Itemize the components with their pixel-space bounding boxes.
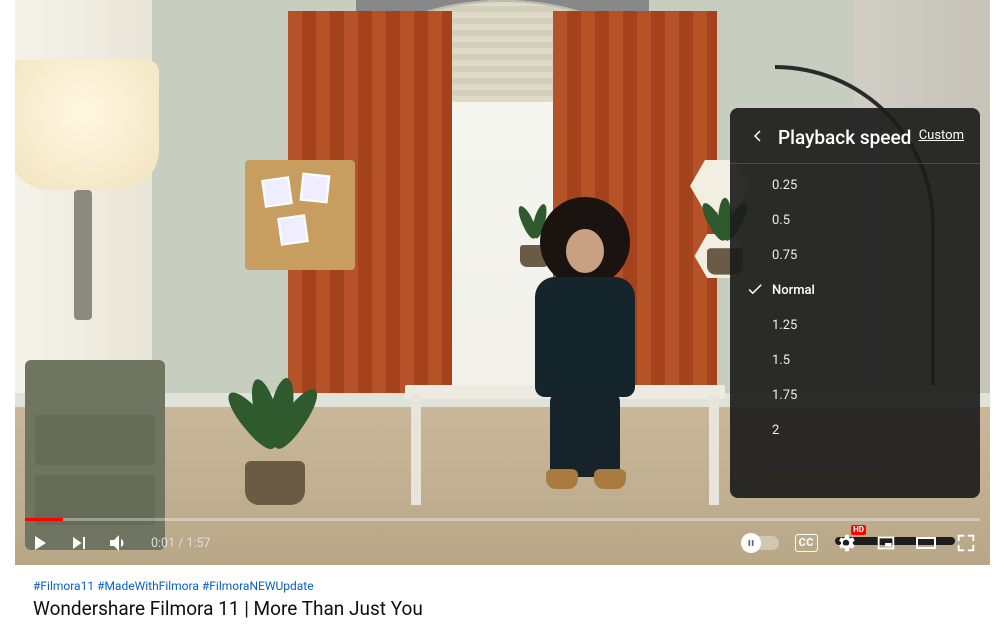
speed-option-1.25[interactable]: 1.25: [730, 308, 980, 343]
speed-option-label: 1.75: [772, 388, 797, 403]
autoplay-toggle[interactable]: [743, 536, 779, 550]
miniplayer-icon: [875, 532, 897, 554]
fullscreen-icon: [955, 532, 977, 554]
current-time: 0:01: [151, 536, 175, 551]
speed-option-label: 0.5: [772, 213, 790, 228]
hashtag-row: #Filmora11 #MadeWithFilmora #FilmoraNEWU…: [33, 579, 972, 593]
skip-next-icon: [67, 531, 91, 555]
menu-title: Playback speed: [778, 126, 919, 149]
speed-option-label: Normal: [772, 283, 815, 298]
speed-option-1.5[interactable]: 1.5: [730, 343, 980, 378]
video-player[interactable]: Playback speed Custom 0.25 0.5 0.75 Normal 1…: [15, 0, 990, 565]
speed-option-0.25[interactable]: 0.25: [730, 168, 980, 203]
check-icon: [746, 280, 764, 302]
theater-icon: [914, 531, 938, 555]
hd-badge: HD: [851, 525, 866, 535]
volume-icon: [107, 531, 131, 555]
miniplayer-button[interactable]: [874, 531, 898, 555]
chevron-left-icon: [749, 127, 767, 145]
volume-button[interactable]: [107, 531, 131, 555]
next-button[interactable]: [67, 531, 91, 555]
play-icon: [27, 530, 51, 556]
fullscreen-button[interactable]: [954, 531, 978, 555]
hashtag-link[interactable]: #FilmoraNEWUpdate: [202, 579, 314, 593]
theater-button[interactable]: [914, 531, 938, 555]
play-button[interactable]: [27, 531, 51, 555]
time-display: 0:01 / 1:57: [151, 536, 211, 551]
settings-button[interactable]: HD: [834, 531, 858, 555]
video-title: Wondershare Filmora 11 | More Than Just …: [33, 597, 972, 620]
gear-icon: [835, 532, 857, 554]
pause-icon: [746, 538, 756, 548]
speed-option-label: 2: [772, 423, 779, 438]
speed-option-label: 1.5: [772, 353, 790, 368]
speed-option-label: 0.75: [772, 248, 797, 263]
speed-option-label: 1.25: [772, 318, 797, 333]
speed-option-normal[interactable]: Normal: [730, 273, 980, 308]
player-controls: 0:01 / 1:57 CC HD: [15, 521, 990, 565]
duration: 1:57: [186, 536, 210, 551]
speed-option-1.75[interactable]: 1.75: [730, 378, 980, 413]
speed-option-0.75[interactable]: 0.75: [730, 238, 980, 273]
speed-option-label: 0.25: [772, 178, 797, 193]
hashtag-link[interactable]: #MadeWithFilmora: [97, 579, 199, 593]
hashtag-link[interactable]: #Filmora11: [33, 579, 94, 593]
captions-button[interactable]: CC: [795, 534, 818, 552]
custom-speed-link[interactable]: Custom: [919, 128, 964, 143]
menu-back-button[interactable]: [746, 124, 770, 148]
playback-speed-menu: Playback speed Custom 0.25 0.5 0.75 Normal 1…: [730, 108, 980, 498]
speed-option-0.5[interactable]: 0.5: [730, 203, 980, 238]
speed-option-2[interactable]: 2: [730, 413, 980, 448]
